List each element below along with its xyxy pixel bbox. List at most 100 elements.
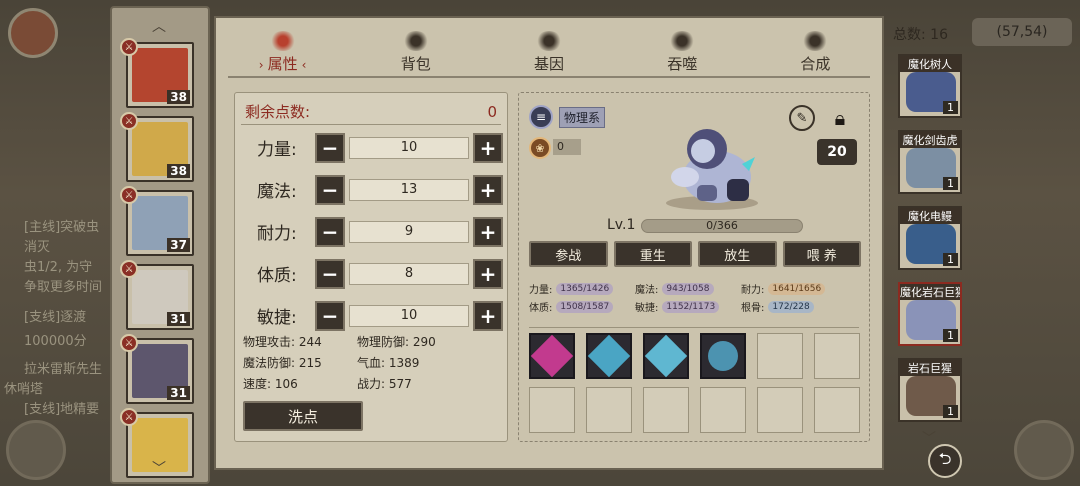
release-button[interactable]: 放生 [698, 241, 777, 267]
bg-skill-button[interactable] [6, 420, 66, 480]
minus-button[interactable]: − [315, 259, 345, 289]
hero-card[interactable]: ⚔ 38 [120, 112, 194, 182]
attr-stepper: − 8 + [315, 259, 503, 289]
hero-card[interactable]: ⚔ 38 [120, 38, 194, 108]
monster-type: 物理系 [559, 107, 606, 128]
skill-slot[interactable] [643, 333, 689, 379]
minus-button[interactable]: − [315, 175, 345, 205]
monster-stat: 敏捷: 1152/1173 [635, 299, 720, 314]
hero-card[interactable]: ⚔ 37 [120, 186, 194, 256]
creature-card[interactable]: 魔化剑齿虎 1 [898, 130, 962, 194]
creature-card[interactable]: 魔化树人 1 [898, 54, 962, 118]
attr-row-strength: 力量: − 10 + [235, 131, 509, 163]
hero-card[interactable]: ⚔ 31 [120, 260, 194, 330]
minus-button[interactable]: − [315, 301, 345, 331]
flame-icon [269, 31, 296, 51]
lock-icon[interactable]: 🔒︎ [827, 103, 853, 133]
attr-label: 力量: [257, 140, 297, 160]
creature-total: 总数: 16 [893, 27, 948, 43]
creature-card-selected[interactable]: 魔化岩石巨猩 1 [898, 282, 962, 346]
remaining-points-value: 0 [487, 102, 497, 121]
monster-level: Lv.1 [607, 217, 636, 233]
skill-slot-empty[interactable] [586, 387, 632, 433]
attr-stepper: − 10 + [315, 301, 503, 331]
plus-button[interactable]: + [473, 259, 503, 289]
hero-level: 37 [167, 238, 190, 252]
chat-line: [主线]突破虫 [24, 220, 100, 235]
feed-button[interactable]: 喂 养 [782, 241, 861, 267]
back-arrow-icon[interactable]: ⮌ [928, 444, 962, 478]
tab-devour[interactable]: 吞噬 [616, 18, 749, 76]
attr-label: 体质: [257, 266, 297, 286]
skill-slot-empty[interactable] [814, 333, 860, 379]
hero-card[interactable]: ⚔ 31 [120, 334, 194, 404]
tab-synthesis[interactable]: 合成 [749, 18, 882, 76]
tab-bag[interactable]: 背包 [349, 18, 482, 76]
rebirth-button[interactable]: 重生 [613, 241, 692, 267]
minus-button[interactable]: − [315, 217, 345, 247]
attr-stepper: − 13 + [315, 175, 503, 205]
tab-label: 合成 [800, 55, 831, 73]
skill-crystal-icon [530, 334, 574, 378]
sword-icon: ⚔ [120, 334, 138, 352]
plus-button[interactable]: + [473, 301, 503, 331]
chevron-down-icon[interactable]: ﹀ [922, 428, 936, 448]
skill-slot[interactable] [586, 333, 632, 379]
skill-slot-empty[interactable] [643, 387, 689, 433]
skill-slot-empty[interactable] [757, 333, 803, 379]
plus-button[interactable]: + [473, 217, 503, 247]
minus-button[interactable]: − [315, 133, 345, 163]
tab-gene[interactable]: 基因 [482, 18, 615, 76]
reset-points-button[interactable]: 洗点 [243, 401, 363, 431]
monster-stat-label: 魔法: [635, 285, 659, 296]
creature-count: 1 [943, 253, 958, 266]
creature-count: 1 [943, 329, 958, 342]
creature-list[interactable]: 魔化树人 1 魔化剑齿虎 1 魔化电鳗 1 魔化岩石巨猩 1 岩石巨猩 1 ﹀ [890, 46, 970, 448]
sword-icon: ⚔ [120, 260, 138, 278]
player-avatar[interactable] [8, 8, 58, 58]
deploy-button[interactable]: 参战 [529, 241, 608, 267]
tab-attributes[interactable]: › 属性 ‹ [216, 18, 349, 76]
hero-list[interactable]: ︿ ⚔ 38 ⚔ 38 ⚔ 37 ⚔ 31 ⚔ 31 ⚔ ﹀ [110, 6, 210, 484]
chevron-down-icon[interactable]: ﹀ [152, 458, 166, 478]
hero-level: 38 [167, 90, 190, 104]
stat-hp: 气血: 1389 [357, 356, 420, 370]
tab-label: 基因 [534, 55, 565, 73]
creature-name: 魔化剑齿虎 [900, 132, 960, 148]
chat-line: 拉米雷斯先生 [24, 362, 103, 377]
skill-slot-empty[interactable] [814, 387, 860, 433]
skill-orb-icon [701, 334, 745, 378]
xp-bar: 0/366 [641, 219, 803, 233]
creature-card[interactable]: 魔化电鳗 1 [898, 206, 962, 270]
attr-row-constitution: 体质: − 8 + [235, 257, 509, 289]
skill-beast-icon [644, 334, 688, 378]
attr-value: 13 [349, 179, 469, 201]
list-icon[interactable]: ≡ [529, 105, 553, 129]
feather-icon[interactable]: ✎ [789, 105, 815, 131]
upgrade-badge[interactable]: 20 [817, 139, 857, 165]
skill-slot-empty[interactable] [757, 387, 803, 433]
plus-button[interactable]: + [473, 175, 503, 205]
paw-value: 0 [553, 139, 581, 155]
bg-menu-button[interactable] [1014, 420, 1074, 480]
chevron-up-icon[interactable]: ︿ [152, 16, 166, 36]
attr-value: 10 [349, 137, 469, 159]
skill-grid [529, 333, 865, 437]
sword-icon: ⚔ [120, 112, 138, 130]
skill-slot[interactable] [700, 333, 746, 379]
monster-stat-label: 体质: [529, 303, 553, 314]
plus-button[interactable]: + [473, 133, 503, 163]
creature-card[interactable]: 岩石巨猩 1 [898, 358, 962, 422]
pet-panel: › 属性 ‹ 背包 基因 吞噬 合成 剩余点数: 0 力量: − 10 + 魔法… [214, 16, 884, 470]
chat-line: [支线]地精要 [24, 402, 100, 417]
skill-slot-empty[interactable] [529, 387, 575, 433]
monster-stat-label: 耐力: [741, 285, 765, 296]
attr-value: 8 [349, 263, 469, 285]
hero-level: 31 [167, 312, 190, 326]
skill-slot[interactable] [529, 333, 575, 379]
monster-stat-value: 1641/1656 [768, 282, 826, 295]
skill-slot-empty[interactable] [700, 387, 746, 433]
monster-stat-value: 943/1058 [662, 282, 714, 295]
attribute-box: 剩余点数: 0 力量: − 10 + 魔法: − 13 + 耐力: − 9 + … [234, 92, 508, 442]
divider [529, 327, 859, 328]
